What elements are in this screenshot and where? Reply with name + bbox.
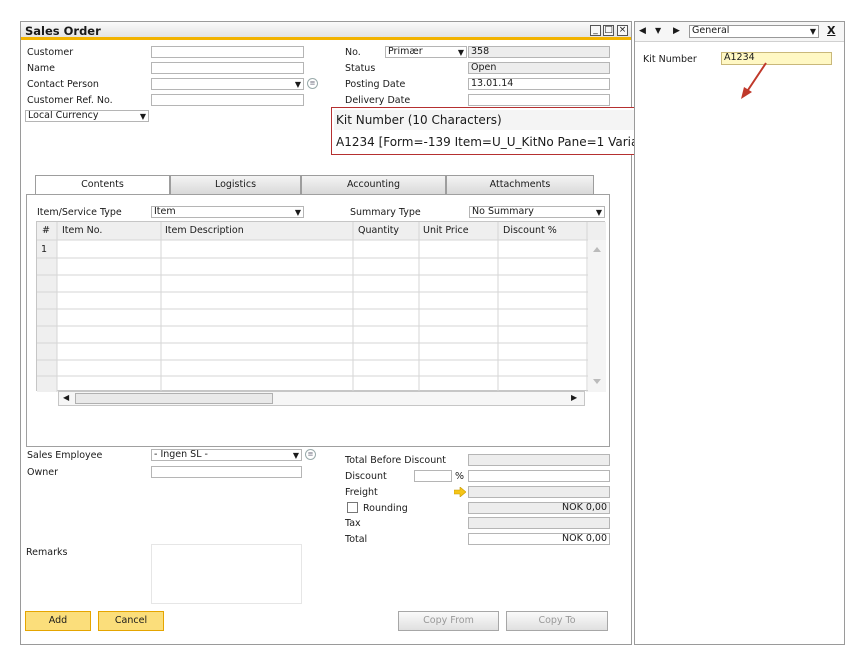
total-label: Total (345, 534, 368, 545)
sales-employee-label: Sales Employee (27, 450, 103, 461)
summary-type-select[interactable]: No Summary ▼ (469, 206, 605, 218)
annotation-arrow (741, 62, 767, 99)
udf-close-icon[interactable]: X (827, 24, 835, 37)
sales-employee-select[interactable]: - Ingen SL - ▼ (151, 449, 302, 461)
freight-field (468, 486, 610, 498)
posting-date-input[interactable]: 13.01.14 (468, 78, 610, 90)
rounding-label: Rounding (363, 503, 408, 514)
maximize-icon[interactable]: □ (603, 25, 614, 36)
series-select[interactable]: Primær ▼ (385, 46, 467, 58)
col-header-number[interactable]: # (42, 225, 50, 236)
freight-label: Freight (345, 487, 378, 498)
sales-employee-value: - Ingen SL - (154, 449, 208, 460)
discount-label: Discount (345, 471, 387, 482)
summary-type-label: Summary Type (350, 207, 421, 218)
col-header-item-no[interactable]: Item No. (62, 225, 102, 236)
scroll-left-icon[interactable]: ◀ (63, 393, 69, 402)
owner-input[interactable] (151, 466, 302, 478)
contact-person-select[interactable]: ▼ (151, 78, 304, 90)
rounding-checkbox[interactable] (347, 502, 358, 513)
link-arrow-icon[interactable] (454, 487, 466, 497)
chevron-down-icon: ▼ (294, 80, 301, 89)
col-header-discount[interactable]: Discount % (503, 225, 557, 236)
item-type-select[interactable]: Item ▼ (151, 206, 304, 218)
chevron-down-icon: ▼ (457, 48, 464, 57)
chevron-down-icon: ▼ (595, 208, 602, 217)
info-icon[interactable]: ≡ (307, 78, 318, 89)
doc-number-value: 358 (471, 46, 490, 57)
total-value: NOK 0,00 (562, 533, 607, 544)
remarks-label: Remarks (26, 547, 68, 558)
copy-to-button[interactable]: Copy To (506, 611, 608, 631)
item-type-value: Item (154, 206, 176, 217)
nav-next-icon[interactable]: ▶ (673, 26, 680, 36)
delivery-date-input[interactable] (468, 94, 610, 106)
status-field: Open (468, 62, 610, 74)
remarks-textarea[interactable] (151, 544, 302, 604)
posting-date-value: 13.01.14 (471, 78, 514, 89)
col-header-quantity[interactable]: Quantity (358, 225, 399, 236)
percent-sign: % (455, 471, 465, 482)
tab-attachments[interactable]: Attachments (446, 175, 594, 194)
contact-person-label: Contact Person (27, 79, 99, 90)
delivery-date-label: Delivery Date (345, 95, 411, 106)
scroll-thumb[interactable] (75, 393, 273, 404)
items-grid[interactable]: # Item No. Item Description Quantity Uni… (36, 221, 606, 392)
summary-type-value: No Summary (472, 206, 534, 217)
copy-from-button[interactable]: Copy From (398, 611, 499, 631)
total-before-discount-field (468, 454, 610, 466)
tax-field (468, 517, 610, 529)
add-button[interactable]: Add (25, 611, 91, 631)
discount-percent-input[interactable] (414, 470, 452, 482)
customer-label: Customer (27, 47, 74, 58)
cancel-button[interactable]: Cancel (98, 611, 164, 631)
tab-accounting[interactable]: Accounting (301, 175, 446, 194)
scroll-right-icon[interactable]: ▶ (571, 393, 577, 402)
name-label: Name (27, 63, 56, 74)
rounding-field: NOK 0,00 (468, 502, 610, 514)
col-header-description[interactable]: Item Description (165, 225, 244, 236)
udf-panel: ◀ ▼ ▶ General ▼ X Kit Number A1234 (634, 21, 845, 645)
customer-ref-input[interactable] (151, 94, 304, 106)
udf-category-value: General (692, 25, 730, 36)
title-bar[interactable]: Sales Order _ □ × (21, 22, 631, 40)
udf-category-select[interactable]: General ▼ (689, 25, 819, 38)
horizontal-scrollbar[interactable]: ◀ ▶ (58, 391, 585, 406)
doc-number-field: 358 (468, 46, 610, 58)
close-icon[interactable]: × (617, 25, 628, 36)
window-title: Sales Order (25, 24, 101, 38)
chevron-down-icon: ▼ (809, 27, 816, 36)
total-before-discount-label: Total Before Discount (345, 455, 446, 466)
tab-logistics[interactable]: Logistics (170, 175, 301, 194)
info-icon[interactable]: ≡ (305, 449, 316, 460)
series-value: Primær (388, 46, 423, 57)
customer-ref-label: Customer Ref. No. (27, 95, 113, 106)
row-number: 1 (41, 244, 48, 255)
rounding-value: NOK 0,00 (562, 502, 607, 513)
tax-label: Tax (345, 518, 361, 529)
nav-first-icon[interactable]: ◀ (639, 26, 646, 36)
discount-amount-input[interactable] (468, 470, 610, 482)
items-grid-lines (37, 222, 606, 392)
chevron-down-icon: ▼ (294, 208, 301, 217)
status-label: Status (345, 63, 376, 74)
status-value: Open (471, 62, 497, 73)
customer-input[interactable] (151, 46, 304, 58)
total-field: NOK 0,00 (468, 533, 610, 545)
item-type-label: Item/Service Type (37, 207, 122, 218)
nav-dropdown-icon[interactable]: ▼ (655, 26, 661, 35)
col-header-unit-price[interactable]: Unit Price (423, 225, 469, 236)
posting-date-label: Posting Date (345, 79, 406, 90)
currency-value: Local Currency (28, 110, 99, 121)
name-input[interactable] (151, 62, 304, 74)
no-label: No. (345, 47, 361, 58)
owner-label: Owner (27, 467, 59, 478)
chevron-down-icon: ▼ (139, 112, 146, 121)
minimize-icon[interactable]: _ (590, 25, 601, 36)
currency-select[interactable]: Local Currency ▼ (25, 110, 149, 122)
tab-contents[interactable]: Contents (35, 175, 170, 195)
kit-number-label: Kit Number (643, 54, 697, 65)
chevron-down-icon: ▼ (292, 451, 299, 460)
